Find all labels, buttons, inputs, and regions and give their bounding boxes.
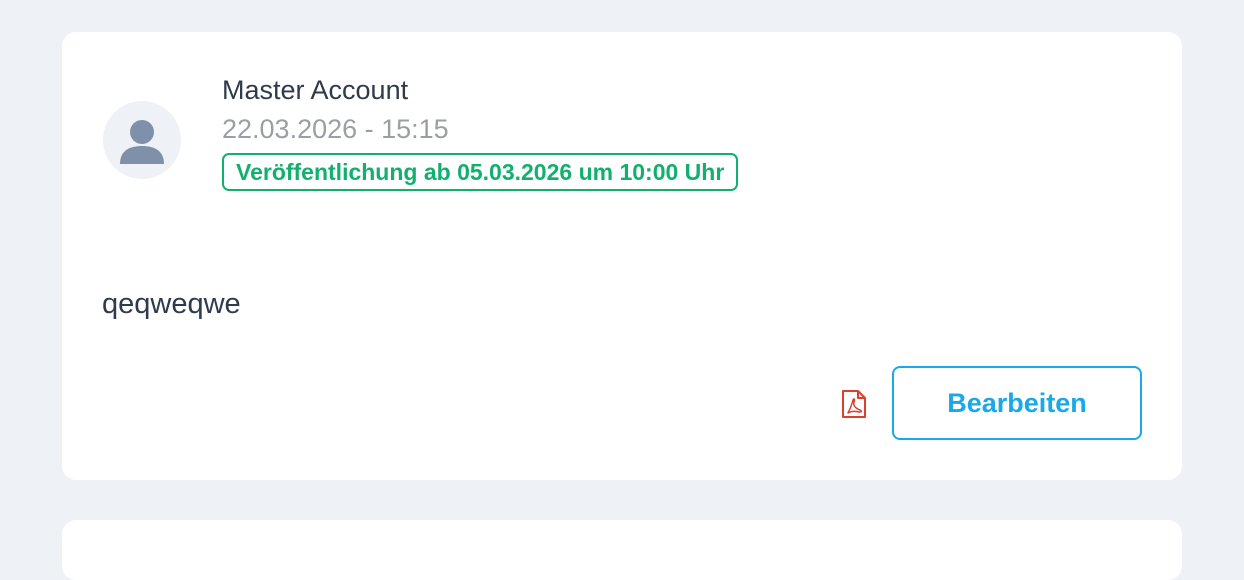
post-card: Master Account 22.03.2026 - 15:15 Veröff… <box>62 32 1182 480</box>
next-post-card <box>62 520 1182 580</box>
post-date: 22.03.2026 - 15:15 <box>222 114 449 144</box>
post-meta: Master Account 22.03.2026 - 15:15 Veröff… <box>222 72 739 191</box>
avatar <box>103 101 181 179</box>
post-content: qeqweqwe <box>102 288 241 320</box>
edit-button[interactable]: Bearbeiten <box>892 366 1142 440</box>
pdf-icon[interactable] <box>838 388 870 420</box>
user-icon <box>120 120 164 164</box>
author-name: Master Account <box>222 75 409 105</box>
publish-date-badge: Veröffentlichung ab 05.03.2026 um 10:00 … <box>222 153 739 191</box>
